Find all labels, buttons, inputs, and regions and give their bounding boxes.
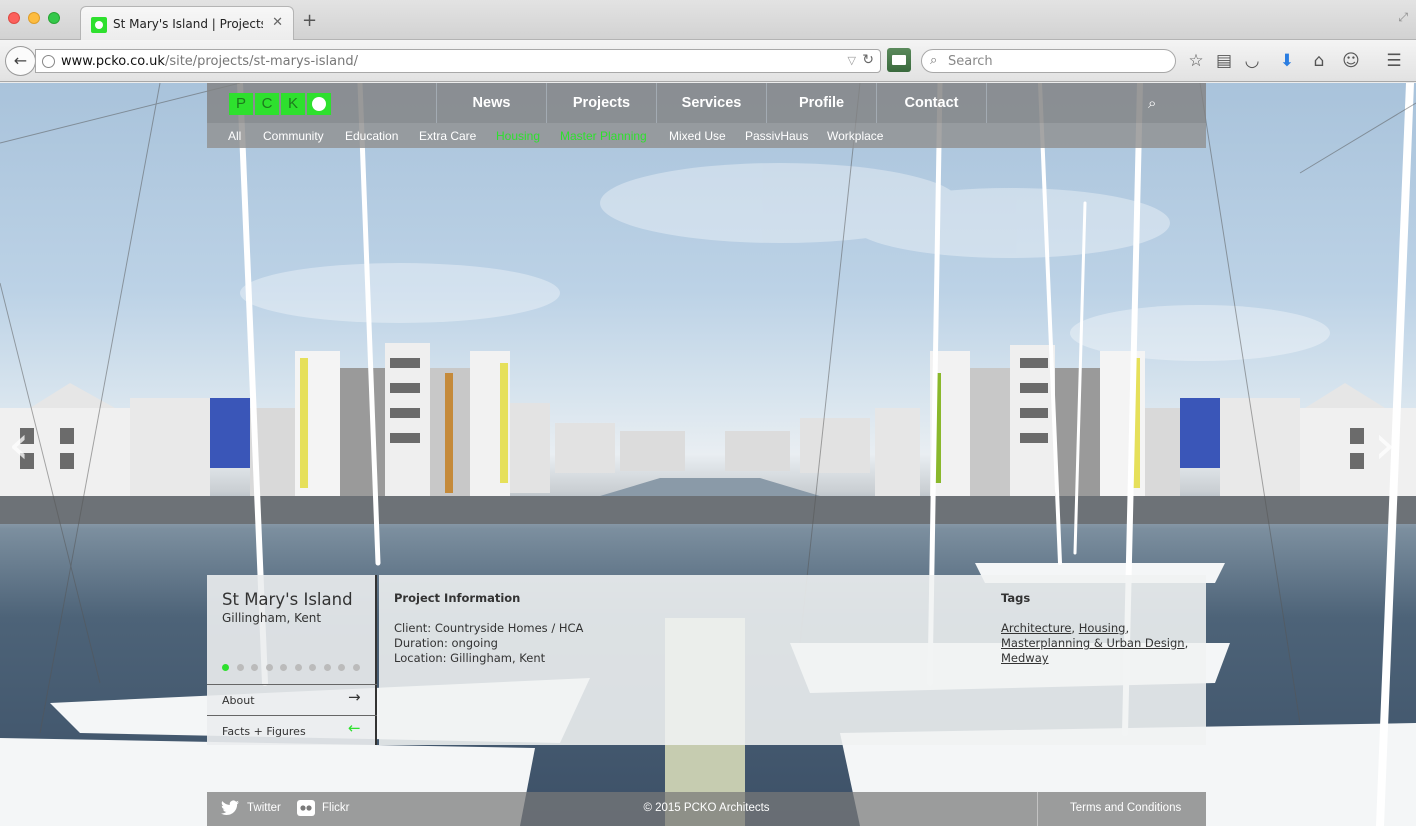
nav-divider [986,83,987,123]
url-bar[interactable]: www.pcko.co.uk/site/projects/st-marys-is… [35,49,881,73]
facts-label: Facts + Figures [222,725,306,738]
slide-dot[interactable] [265,664,273,671]
slide-dot[interactable] [309,664,316,671]
logo-circle-icon [307,93,331,115]
canal [600,478,820,496]
category-passivhaus[interactable]: PassivHaus [745,129,808,143]
slide-indicator [222,664,367,671]
category-extra-care[interactable]: Extra Care [419,129,476,143]
search-placeholder: Search [948,54,993,69]
tag-link[interactable]: Medway [1001,651,1049,665]
logo-letter: P [229,93,253,115]
tag-link[interactable]: Architecture [1001,621,1071,635]
url-text[interactable]: www.pcko.co.uk/site/projects/st-marys-is… [61,54,358,69]
category-education[interactable]: Education [345,129,398,143]
home-icon[interactable]: ⌂ [1309,51,1329,71]
reading-list-icon[interactable]: ▤ [1214,51,1234,71]
zoom-window-button[interactable] [48,12,60,24]
tag-link[interactable]: Housing [1079,621,1126,635]
slide-dot[interactable] [294,664,302,671]
screenshot-extension-button[interactable] [887,48,911,72]
tags-line: Architecture, Housing, [1001,621,1130,635]
logo-letter: C [255,93,279,115]
category-master-planning[interactable]: Master Planning [560,129,647,143]
slide-dot[interactable] [338,664,345,671]
category-housing[interactable]: Housing [496,129,540,143]
tag-link[interactable]: Masterplanning & Urban Design [1001,636,1185,650]
facts-figures-tab[interactable]: Facts + Figures ← [207,715,377,745]
nav-projects[interactable]: Projects [546,83,656,123]
terms-container: Terms and Conditions [1037,792,1206,826]
fullscreen-icon[interactable]: ⤢ [1398,10,1408,25]
nav-contact[interactable]: Contact [876,83,986,123]
slide-dot[interactable] [352,664,360,671]
project-duration: Duration: ongoing [394,636,498,650]
arrow-right-icon: → [348,688,361,706]
site-search-icon[interactable]: ⌕ [1148,94,1156,112]
project-category-nav: All Community Education Extra Care Housi… [207,123,1206,148]
buildings-right [725,345,1416,501]
url-history-dropdown-icon[interactable]: ▽ [848,54,856,67]
tab-title: St Mary's Island | Projects ... [113,17,263,31]
url-path: /site/projects/st-marys-island/ [164,54,358,69]
buildings-left [0,343,685,501]
project-title-card: St Mary's Island Gillingham, Kent About … [207,575,377,745]
close-window-button[interactable] [8,12,20,24]
previous-slide-icon[interactable]: ‹ [8,418,30,472]
slide-dot[interactable] [280,664,287,671]
project-location: Gillingham, Kent [222,611,322,625]
nav-services[interactable]: Services [656,83,766,123]
minimize-window-button[interactable] [28,12,40,24]
project-title: St Mary's Island [222,590,353,609]
page-content: P C K News Projects Services Profile Con… [0,83,1416,826]
bookmark-star-icon[interactable]: ☆ [1186,51,1206,71]
arrow-left-icon: ← [348,719,361,737]
terms-link[interactable]: Terms and Conditions [1070,802,1181,814]
category-community[interactable]: Community [263,129,324,143]
tags-heading: Tags [1001,591,1031,605]
new-tab-button[interactable]: + [302,12,317,30]
nav-profile[interactable]: Profile [766,83,876,123]
project-location-line: Location: Gillingham, Kent [394,651,546,665]
slide-dot[interactable] [323,664,331,671]
menu-icon[interactable]: ☰ [1384,51,1404,71]
next-slide-icon[interactable]: › [1374,418,1396,472]
globe-icon [42,55,55,68]
pocket-icon[interactable]: ◡ [1242,51,1262,71]
pcko-logo[interactable]: P C K [229,93,333,115]
tab-close-icon[interactable]: ✕ [272,15,283,30]
tags-line: Medway [1001,651,1049,665]
about-tab[interactable]: About → [207,684,377,714]
about-label: About [222,694,255,707]
tags-line: Masterplanning & Urban Design, [1001,636,1189,650]
site-main-nav: P C K News Projects Services Profile Con… [207,83,1206,123]
project-client: Client: Countryside Homes / HCA [394,621,584,635]
quay-wall [0,496,1416,524]
slide-dot[interactable] [251,664,258,671]
category-mixed-use[interactable]: Mixed Use [669,129,726,143]
search-icon: ⌕ [930,53,938,68]
back-button[interactable]: ← [5,46,36,76]
logo-letter: K [281,93,305,115]
browser-tab-bar: St Mary's Island | Projects ... ✕ + ⤢ [0,0,1416,41]
clouds [240,163,1330,361]
nav-news[interactable]: News [436,83,546,123]
site-footer: Twitter Flickr © 2015 PCKO Architects Te… [207,792,1206,826]
reload-icon[interactable]: ↻ [862,52,874,68]
project-info-heading: Project Information [394,591,521,605]
chat-icon[interactable]: ☺ [1341,51,1361,71]
site-favicon-icon [91,17,107,33]
url-domain: www.pcko.co.uk [61,54,165,69]
downloads-icon[interactable]: ⬇ [1277,51,1297,71]
category-all[interactable]: All [228,129,241,143]
project-info-panel: Project Information Client: Countryside … [379,575,1206,745]
browser-tab[interactable]: St Mary's Island | Projects ... ✕ [80,6,294,41]
slide-dot[interactable] [222,664,229,671]
browser-search-field[interactable]: ⌕ Search [921,49,1176,73]
slide-dot[interactable] [236,664,244,671]
category-workplace[interactable]: Workplace [827,129,883,143]
